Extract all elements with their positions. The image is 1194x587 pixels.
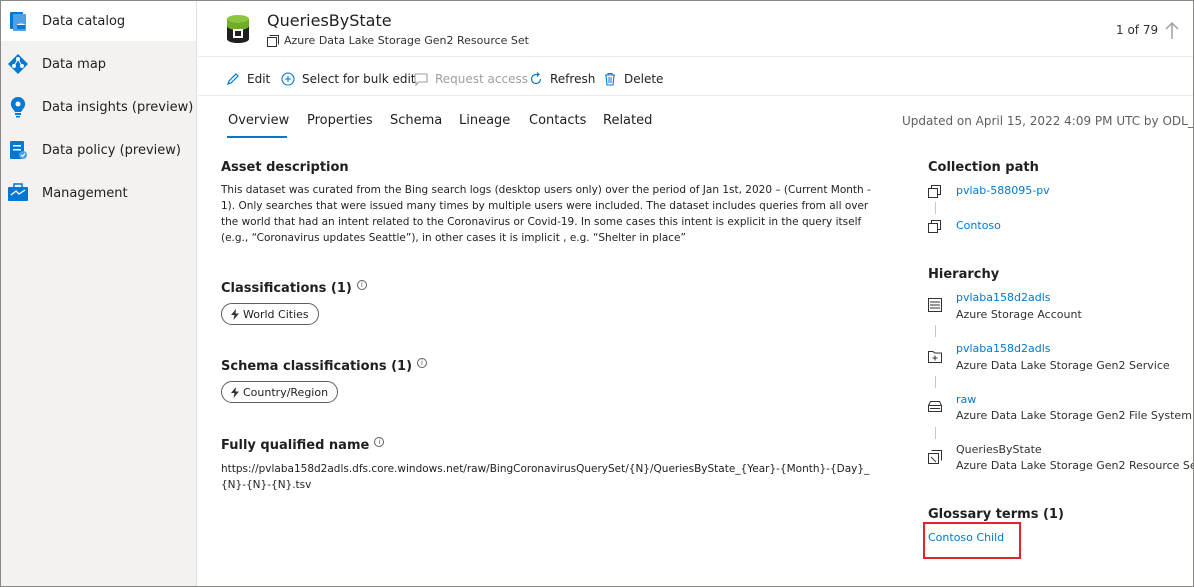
asset-title: QueriesByState (267, 11, 392, 30)
chat-icon (414, 73, 428, 86)
pager-count: 1 of 79 (1116, 23, 1159, 37)
arrow-up-icon[interactable] (1164, 21, 1180, 41)
resource-set-type-icon (267, 35, 279, 47)
classifications-label: Classifications (1) (221, 281, 352, 296)
resource-set-icon (227, 15, 249, 43)
refresh-icon (530, 72, 542, 85)
sidebar-item-label: Data map (42, 56, 107, 72)
delete-button[interactable]: Delete (603, 70, 663, 88)
divider (198, 95, 1193, 96)
sidebar-item-data-catalog[interactable]: Data catalog (1, 1, 196, 41)
app-frame: Data catalog Data map Data insights (pre… (0, 0, 1194, 587)
sidebar-item-label: Data insights (preview) (42, 99, 194, 115)
request-access-label: Request access (435, 72, 528, 86)
data-map-icon (8, 54, 28, 74)
hierarchy-type: Azure Storage Account (956, 308, 1082, 321)
add-circle-icon (281, 72, 295, 86)
tab-overview[interactable]: Overview (228, 113, 289, 128)
glossary-terms-title: Glossary terms (1) (928, 507, 1064, 522)
sidebar-item-label: Data catalog (42, 13, 126, 29)
tab-lineage[interactable]: Lineage (459, 113, 510, 128)
info-icon[interactable]: i (356, 280, 367, 290)
tab-related[interactable]: Related (603, 113, 652, 128)
hierarchy-type: Azure Data Lake Storage Gen2 File System (956, 409, 1192, 422)
classifications-title: Classifications (1) i (221, 280, 367, 296)
hierarchy-link[interactable]: pvlaba158d2adls (956, 342, 1051, 355)
lightning-icon (231, 308, 239, 320)
fqn-title: Fully qualified name i (221, 437, 385, 453)
sidebar-item-data-map[interactable]: Data map (1, 44, 196, 84)
active-tab-indicator (227, 136, 287, 138)
sidebar-item-label: Data policy (preview) (42, 142, 181, 158)
file-system-icon (928, 401, 942, 412)
lightning-icon (231, 386, 239, 398)
resource-set-type-icon (928, 450, 942, 464)
schema-classification-tag[interactable]: Country/Region (221, 381, 339, 403)
collection-icon (928, 185, 941, 198)
asset-description-title: Asset description (221, 160, 349, 175)
connector-line (935, 376, 936, 388)
sidebar-item-data-insights[interactable]: Data insights (preview) (1, 87, 196, 127)
hierarchy-link[interactable]: pvlaba158d2adls (956, 291, 1051, 304)
hierarchy-title: Hierarchy (928, 267, 1000, 282)
request-access-button[interactable]: Request access (414, 70, 528, 88)
divider (198, 56, 1193, 57)
connector-line (935, 427, 936, 439)
tab-contacts[interactable]: Contacts (529, 113, 586, 128)
collection-icon (928, 220, 941, 233)
sidebar-item-data-policy[interactable]: Data policy (preview) (1, 130, 196, 170)
collection-link[interactable]: pvlab-588095-pv (956, 184, 1050, 197)
schema-classification-label: Country/Region (243, 385, 329, 399)
fully-qualified-name: https://pvlaba158d2adls.dfs.core.windows… (221, 463, 870, 491)
schema-classifications-label: Schema classifications (1) (221, 359, 413, 374)
connector-line (935, 325, 936, 337)
fqn-label: Fully qualified name (221, 438, 370, 453)
select-bulk-edit-button[interactable]: Select for bulk edit (281, 70, 416, 88)
tab-schema[interactable]: Schema (390, 113, 442, 128)
delete-label: Delete (624, 72, 664, 86)
data-catalog-icon (10, 12, 26, 31)
sidebar: Data catalog Data map Data insights (pre… (1, 1, 197, 586)
edit-button[interactable]: Edit (226, 70, 270, 88)
data-insights-icon (10, 96, 26, 118)
bulk-edit-label: Select for bulk edit (302, 72, 416, 86)
tab-properties[interactable]: Properties (307, 113, 373, 128)
asset-description: This dataset was curated from the Bing s… (221, 184, 871, 244)
refresh-label: Refresh (550, 72, 596, 86)
hierarchy-current: QueriesByState (956, 443, 1042, 456)
folder-icon (928, 351, 942, 363)
info-icon[interactable]: i (417, 358, 428, 368)
trash-icon (605, 72, 615, 86)
schema-classifications-title: Schema classifications (1) i (221, 358, 428, 374)
hierarchy-link[interactable]: raw (956, 393, 976, 406)
asset-type: Azure Data Lake Storage Gen2 Resource Se… (284, 34, 529, 47)
collection-link[interactable]: Contoso (956, 219, 1001, 232)
management-icon (8, 183, 28, 201)
edit-label: Edit (247, 72, 271, 86)
edit-icon (227, 73, 239, 85)
data-policy-icon (10, 141, 27, 159)
hierarchy-type: Azure Data Lake Storage Gen2 Service (956, 359, 1170, 372)
hierarchy-type: Azure Data Lake Storage Gen2 Resource Se… (956, 459, 1194, 472)
highlight-box (923, 522, 1021, 559)
storage-account-icon (928, 298, 942, 312)
classification-tag[interactable]: World Cities (221, 303, 319, 325)
connector-line (935, 202, 936, 214)
refresh-button[interactable]: Refresh (529, 70, 595, 88)
info-icon[interactable]: i (374, 437, 385, 447)
sidebar-item-management[interactable]: Management (1, 173, 196, 213)
classification-label: World Cities (243, 307, 309, 321)
sidebar-item-label: Management (42, 185, 128, 201)
collection-path-title: Collection path (928, 160, 1039, 175)
updated-info: Updated on April 15, 2022 4:09 PM UTC by… (902, 114, 1194, 128)
